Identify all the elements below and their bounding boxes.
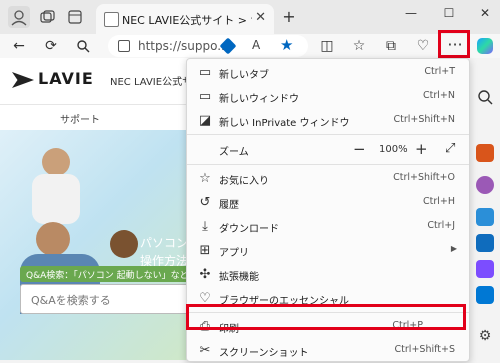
- tab-actions-icon[interactable]: [64, 6, 86, 28]
- menu-zoom-row: ズーム − 100% + ⤢: [187, 137, 469, 163]
- read-aloud-icon[interactable]: A: [252, 38, 260, 52]
- zoom-label: ズーム: [219, 147, 249, 158]
- menu-item-shortcut: Ctrl+N: [423, 90, 455, 101]
- split-screen-icon[interactable]: ◫: [316, 36, 338, 56]
- tools-icon[interactable]: [476, 144, 494, 162]
- child-figure: [42, 148, 70, 176]
- site-nav: サポート: [0, 104, 186, 131]
- site-info-icon[interactable]: [118, 40, 130, 52]
- site-favicon-icon: [104, 12, 119, 27]
- nav-support[interactable]: サポート: [60, 111, 100, 126]
- sidebar-settings-icon[interactable]: ⚙: [476, 328, 494, 346]
- menu-item-favorites[interactable]: ☆ お気に入り Ctrl+Shift+O: [187, 167, 469, 191]
- new-tab-icon: ▭: [198, 65, 212, 80]
- history-icon: ↺: [199, 195, 211, 210]
- games-icon[interactable]: [476, 260, 494, 278]
- menu-item-downloads[interactable]: ⤓ ダウンロード Ctrl+J: [187, 215, 469, 239]
- minimize-button[interactable]: —: [400, 6, 422, 26]
- menu-item-label: お気に入り: [219, 176, 269, 187]
- submenu-arrow-icon: ▶: [450, 244, 457, 253]
- menu-item-label: 拡張機能: [219, 272, 259, 283]
- search-icon[interactable]: [476, 88, 494, 106]
- favorites-bar-icon[interactable]: ☆: [348, 36, 370, 56]
- child-shirt: [32, 174, 80, 224]
- menu-item-label: スクリーンショット: [219, 348, 309, 359]
- zoom-in-button[interactable]: +: [415, 140, 428, 158]
- people-icon[interactable]: [476, 176, 494, 194]
- menu-divider: [187, 134, 469, 135]
- tab-close-icon[interactable]: ✕: [255, 10, 266, 25]
- qa-tag: Q&A検索：「パソコン 起動しない」など: [20, 266, 192, 282]
- edge-sidebar: ⚙: [470, 58, 500, 360]
- address-bar[interactable]: https://suppo... A ★: [108, 35, 308, 57]
- menu-item-shortcut: Ctrl+T: [424, 66, 455, 77]
- qa-search-placeholder: Q&Aを検索する: [31, 294, 111, 307]
- tab-bar: NEC LAVIE公式サイト > サービス&サ ✕ + — ☐ ✕: [0, 0, 500, 34]
- favorites-icon: ☆: [199, 171, 211, 186]
- site-logo[interactable]: LAVIE: [38, 69, 94, 88]
- screenshot-icon: ✂: [199, 343, 211, 358]
- favorite-star-icon[interactable]: ★: [280, 36, 293, 54]
- menu-item-new-window[interactable]: ▭ 新しいウィンドウ Ctrl+N: [187, 85, 469, 109]
- father-figure: [36, 222, 70, 256]
- qa-tag-text: Q&A検索：「パソコン 起動しない」など: [26, 271, 189, 281]
- back-button[interactable]: ←: [8, 36, 30, 56]
- browser-tab[interactable]: NEC LAVIE公式サイト > サービス&サ ✕: [96, 4, 274, 34]
- download-icon: ⤓: [202, 219, 208, 234]
- navigation-toolbar: ← ⟳ https://suppo... A ★ ◫ ☆ ⧉ ♡ ···: [0, 34, 500, 58]
- menu-item-shortcut: Ctrl+Shift+N: [393, 114, 455, 125]
- menu-item-extensions[interactable]: ✣ 拡張機能: [187, 263, 469, 287]
- collections-icon[interactable]: ⧉: [380, 36, 402, 56]
- new-window-icon: ▭: [198, 89, 212, 104]
- menu-item-label: 新しいタブ: [219, 70, 269, 81]
- apps-icon: ⊞: [199, 243, 211, 258]
- menu-item-apps[interactable]: ⊞ アプリ ▶: [187, 239, 469, 263]
- zoom-out-button[interactable]: −: [353, 140, 366, 158]
- refresh-button[interactable]: ⟳: [40, 36, 62, 56]
- outlook-icon[interactable]: [476, 234, 494, 252]
- qa-search-input[interactable]: Q&Aを検索する: [20, 284, 194, 314]
- browser-essentials-icon[interactable]: ♡: [412, 36, 434, 56]
- extensions-icon: ✣: [199, 267, 211, 282]
- print-item-highlight: [186, 304, 466, 330]
- mother-figure: [110, 230, 138, 258]
- send-icon[interactable]: [476, 286, 494, 304]
- search-icon[interactable]: [72, 36, 94, 56]
- menu-item-screenshot[interactable]: ✂ スクリーンショット Ctrl+Shift+S: [187, 339, 469, 363]
- inprivate-icon: ◪: [198, 113, 212, 128]
- fullscreen-icon[interactable]: ⤢: [445, 141, 455, 156]
- lavie-logo-icon: [12, 72, 34, 88]
- menu-item-shortcut: Ctrl+H: [422, 196, 455, 207]
- new-tab-button[interactable]: +: [278, 7, 300, 27]
- menu-divider: [187, 164, 469, 165]
- menu-item-new-tab[interactable]: ▭ 新しいタブ Ctrl+T: [187, 61, 469, 85]
- menu-item-shortcut: Ctrl+Shift+O: [393, 172, 455, 183]
- hero-image: パソコン 操作方法: [0, 130, 192, 360]
- menu-item-inprivate[interactable]: ◪ 新しい InPrivate ウィンドウ Ctrl+Shift+N: [187, 109, 469, 133]
- hero-text-1: パソコン: [140, 236, 189, 250]
- close-window-button[interactable]: ✕: [474, 6, 496, 26]
- menu-item-shortcut: Ctrl+Shift+S: [394, 344, 455, 355]
- profile-icon[interactable]: [8, 6, 30, 28]
- tab-title: NEC LAVIE公式サイト > サービス&サ: [122, 14, 252, 27]
- address-url: https://suppo...: [138, 39, 229, 53]
- copilot-sidebar-icon[interactable]: [476, 208, 494, 226]
- menu-item-label: ダウンロード: [219, 224, 279, 235]
- menu-item-shortcut: Ctrl+J: [427, 220, 455, 231]
- workspaces-icon[interactable]: [36, 6, 58, 28]
- copilot-icon[interactable]: [474, 36, 496, 56]
- menu-item-label: 新しい InPrivate ウィンドウ: [219, 118, 350, 129]
- zoom-level: 100%: [379, 144, 408, 155]
- menu-item-label: 履歴: [219, 200, 239, 211]
- more-button-highlight: [438, 30, 470, 58]
- menu-item-label: 新しいウィンドウ: [219, 94, 299, 105]
- menu-item-label: アプリ: [219, 248, 249, 259]
- menu-item-history[interactable]: ↺ 履歴 Ctrl+H: [187, 191, 469, 215]
- maximize-button[interactable]: ☐: [438, 6, 460, 26]
